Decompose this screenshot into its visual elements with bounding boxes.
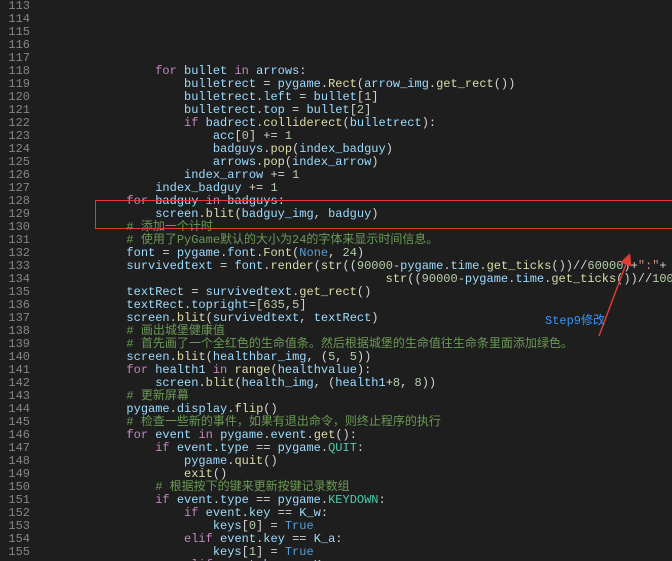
- code-editor[interactable]: 1131141151161171181191201211221231241251…: [0, 0, 672, 561]
- line-number: 155: [6, 546, 30, 559]
- line-number-gutter: 1131141151161171181191201211221231241251…: [0, 0, 40, 561]
- code-area[interactable]: Step9修改 for bullet in arrows: bulletrect…: [40, 0, 672, 561]
